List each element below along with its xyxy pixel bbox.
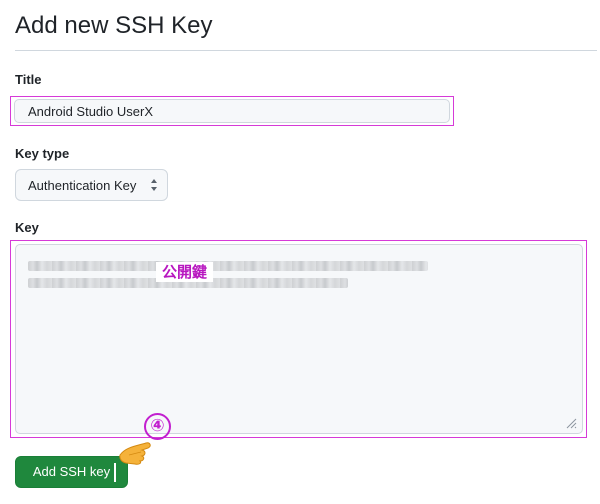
blurred-key-line bbox=[28, 261, 428, 271]
title-label: Title bbox=[15, 72, 42, 87]
step-number-text: ④ bbox=[150, 416, 165, 436]
resize-grip-icon[interactable] bbox=[565, 417, 577, 429]
title-divider bbox=[15, 50, 597, 51]
title-highlight-box bbox=[10, 96, 454, 126]
step-number-marker: ④ bbox=[144, 413, 171, 440]
key-type-label: Key type bbox=[15, 146, 70, 161]
pointing-hand-icon bbox=[119, 442, 151, 465]
key-type-selected-value: Authentication Key bbox=[28, 177, 137, 193]
key-label: Key bbox=[15, 220, 39, 235]
ssh-key-form-page: Add new SSH Key Title Key type Authentic… bbox=[0, 0, 600, 504]
title-input[interactable] bbox=[14, 99, 450, 123]
add-ssh-key-button[interactable]: Add SSH key bbox=[15, 456, 128, 488]
key-highlight-box bbox=[10, 240, 587, 438]
public-key-annotation: 公開鍵 bbox=[156, 262, 214, 282]
page-title: Add new SSH Key bbox=[15, 12, 213, 39]
key-textarea[interactable] bbox=[15, 244, 583, 434]
updown-arrows-icon bbox=[151, 179, 157, 191]
key-type-select[interactable]: Authentication Key bbox=[15, 169, 168, 201]
